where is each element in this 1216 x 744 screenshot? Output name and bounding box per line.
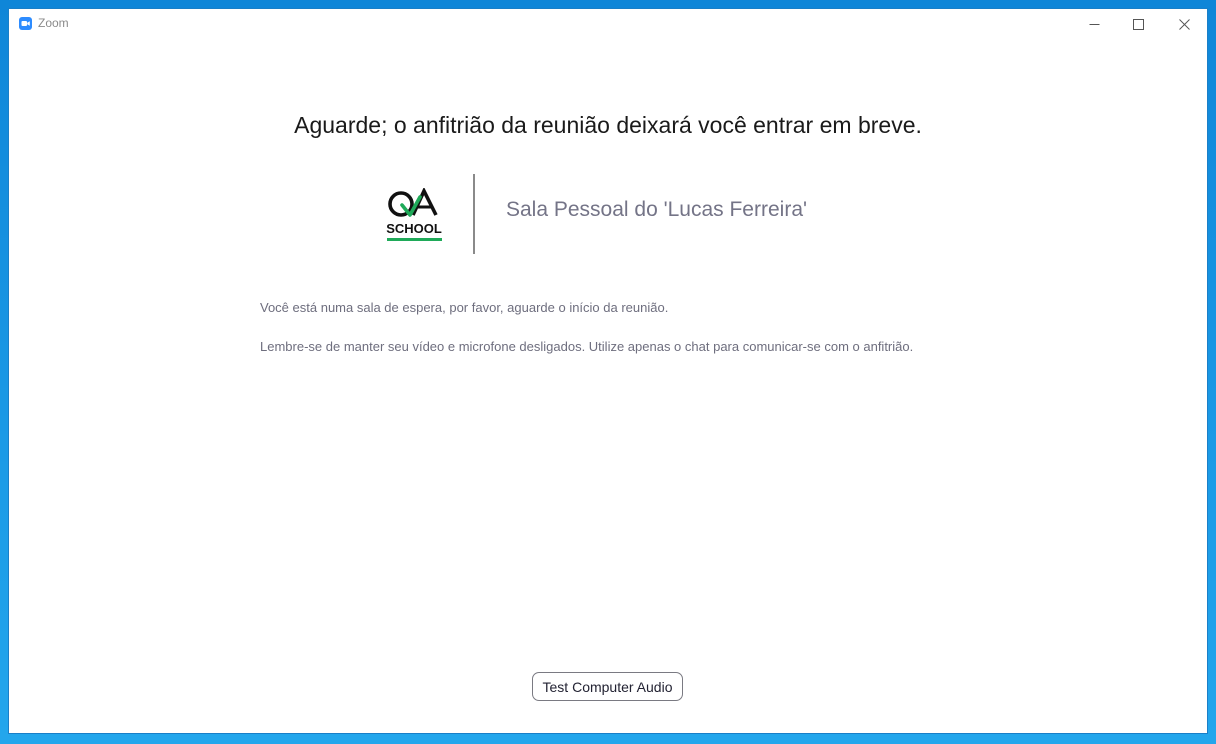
zoom-camera-icon (19, 17, 32, 30)
minimize-button[interactable] (1071, 9, 1117, 39)
svg-text:SCHOOL: SCHOOL (386, 221, 442, 236)
test-computer-audio-button[interactable]: Test Computer Audio (532, 672, 683, 701)
maximize-button[interactable] (1115, 9, 1161, 39)
close-button[interactable] (1161, 9, 1207, 39)
branding-divider (473, 174, 475, 254)
minimize-icon (1089, 19, 1100, 30)
waiting-message: Você está numa sala de espera, por favor… (260, 300, 669, 315)
maximize-icon (1132, 18, 1144, 30)
room-branding: SCHOOL Sala Pessoal do 'Lucas Ferreira' (369, 174, 869, 254)
title-bar[interactable]: Zoom (9, 9, 1207, 39)
window-title: Zoom (38, 16, 69, 30)
zoom-window: Zoom Aguarde; o anfitrião da reunião dei… (9, 9, 1207, 733)
room-name: Sala Pessoal do 'Lucas Ferreira' (506, 198, 808, 221)
close-icon (1178, 18, 1190, 30)
qa-school-logo: SCHOOL (386, 188, 444, 242)
instructions-message: Lembre-se de manter seu vídeo e microfon… (260, 339, 914, 354)
waiting-headline: Aguarde; o anfitrião da reunião deixará … (294, 112, 922, 138)
